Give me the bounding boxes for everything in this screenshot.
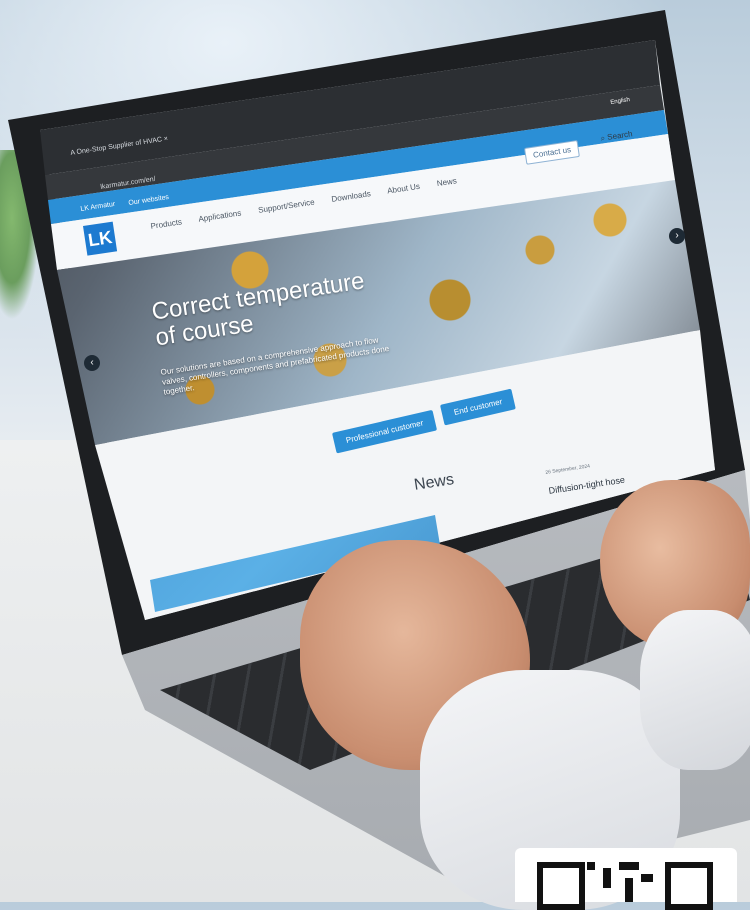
qr-finder-right — [665, 862, 713, 910]
qr-module — [619, 862, 639, 870]
qr-code — [515, 848, 737, 910]
chevron-left-icon: ‹ — [90, 357, 94, 368]
qr-module — [587, 862, 595, 870]
carousel-prev-button[interactable]: ‹ — [84, 355, 100, 371]
qr-module — [641, 874, 653, 882]
right-sleeve — [640, 610, 750, 770]
qr-finder-left — [537, 862, 585, 910]
carousel-next-button[interactable]: › — [669, 228, 685, 244]
qr-module — [603, 868, 611, 888]
qr-module — [625, 878, 633, 902]
chevron-right-icon: › — [675, 230, 679, 241]
